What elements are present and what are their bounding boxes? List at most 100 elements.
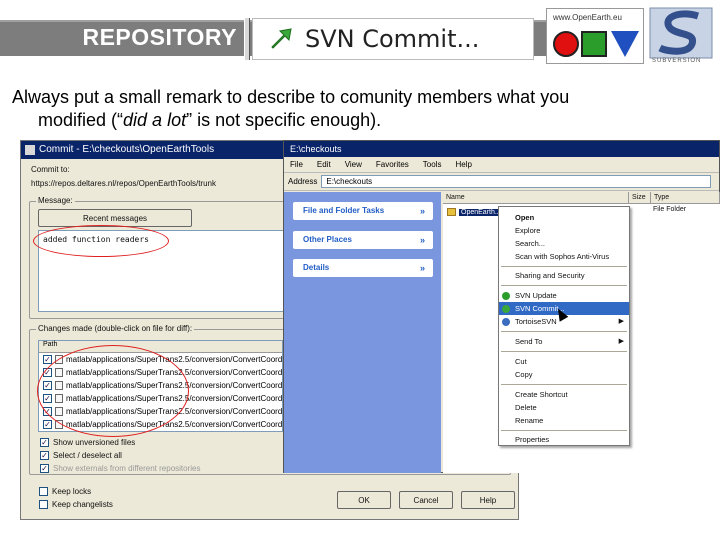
ctx-sharing-security[interactable]: Sharing and Security xyxy=(499,269,629,282)
select-deselect-option[interactable]: ✓ Select / deselect all xyxy=(40,451,122,460)
panel-other-places[interactable]: Other Places » xyxy=(293,231,433,249)
column-type[interactable]: Type xyxy=(651,192,720,204)
tortoisesvn-icon xyxy=(502,318,510,326)
ctx-create-shortcut[interactable]: Create Shortcut xyxy=(499,388,629,401)
ctx-svn-update[interactable]: SVN Update xyxy=(499,289,629,302)
changes-group-label: Changes made (double-click on file for d… xyxy=(36,324,195,333)
address-input[interactable]: E:\checkouts xyxy=(321,175,712,188)
subversion-logo-icon xyxy=(649,7,713,59)
explorer-titlebar[interactable]: E:\checkouts xyxy=(284,141,719,157)
menu-tools[interactable]: Tools xyxy=(423,160,442,169)
keep-changelists-checkbox[interactable] xyxy=(39,500,48,509)
ctx-separator xyxy=(501,285,627,286)
show-unversioned-option[interactable]: ✓ Show unversioned files xyxy=(40,438,135,447)
keep-locks-option[interactable]: Keep locks xyxy=(39,487,91,496)
panel-file-folder-tasks-label: File and Folder Tasks xyxy=(303,206,385,215)
column-name[interactable]: Name xyxy=(443,192,629,204)
menu-edit[interactable]: Edit xyxy=(317,160,331,169)
recent-messages-button[interactable]: Recent messages xyxy=(38,209,192,227)
blue-triangle-icon xyxy=(611,31,639,57)
keep-locks-checkbox[interactable] xyxy=(39,487,48,496)
address-label: Address xyxy=(288,177,318,186)
file-checkbox[interactable]: ✓ xyxy=(43,355,52,364)
selected-folder-name: OpenEarth... xyxy=(459,208,503,216)
ctx-separator xyxy=(501,351,627,352)
submenu-arrow-icon: ▶ xyxy=(618,318,624,325)
ctx-svn-update-label: SVN Update xyxy=(515,291,557,300)
menu-help[interactable]: Help xyxy=(455,160,471,169)
commit-dialog-title: Commit - E:\checkouts\OpenEarthTools xyxy=(39,144,215,155)
context-menu: Open Explore Search... Scan with Sophos … xyxy=(498,206,630,446)
remark-text: Always put a small remark to describe to… xyxy=(12,86,712,132)
task-pane: File and Folder Tasks » Other Places » Det… xyxy=(284,192,441,473)
svn-commit-icon xyxy=(502,305,510,313)
message-group-label: Message: xyxy=(36,196,75,205)
ctx-search[interactable]: Search... xyxy=(499,237,629,250)
column-size[interactable]: Size xyxy=(629,192,651,204)
ctx-explore[interactable]: Explore xyxy=(499,224,629,237)
ctx-send-to-label: Send To xyxy=(515,337,543,346)
menu-view[interactable]: View xyxy=(345,160,362,169)
openearth-logo: www.OpenEarth.eu xyxy=(546,8,644,64)
commit-to-label: Commit to: xyxy=(31,165,70,174)
submenu-arrow-icon: ▶ xyxy=(618,338,624,345)
ctx-scan-sophos[interactable]: Scan with Sophos Anti-Virus xyxy=(499,250,629,263)
selected-folder[interactable]: OpenEarth... xyxy=(447,206,503,218)
file-checkbox[interactable]: ✓ xyxy=(43,420,52,429)
ctx-open[interactable]: Open xyxy=(499,211,629,224)
menu-favorites[interactable]: Favorites xyxy=(376,160,409,169)
keep-changelists-label: Keep changelists xyxy=(52,500,113,509)
panel-details[interactable]: Details » xyxy=(293,259,433,277)
ctx-separator xyxy=(501,384,627,385)
keep-locks-label: Keep locks xyxy=(52,487,92,496)
files-highlight-circle xyxy=(37,345,189,437)
red-circle-icon xyxy=(553,31,579,57)
show-externals-checkbox[interactable]: ✓ xyxy=(40,464,49,473)
openearth-url: www.OpenEarth.eu xyxy=(553,13,622,22)
ctx-separator xyxy=(501,266,627,267)
ctx-properties[interactable]: Properties xyxy=(499,433,629,446)
subversion-label: SUBVERSION xyxy=(652,58,702,64)
ctx-copy[interactable]: Copy xyxy=(499,368,629,381)
panel-details-label: Details xyxy=(303,263,330,272)
explorer-menubar: File Edit View Favorites Tools Help xyxy=(284,157,719,173)
help-button[interactable]: Help xyxy=(461,491,515,509)
svn-commit-title: SVN Commit... xyxy=(305,25,480,53)
select-deselect-checkbox[interactable]: ✓ xyxy=(40,451,49,460)
keep-changelists-option[interactable]: Keep changelists xyxy=(39,500,113,509)
ok-button[interactable]: OK xyxy=(337,491,391,509)
show-externals-option[interactable]: ✓ Show externals from different repositor… xyxy=(40,464,200,473)
panel-other-places-label: Other Places xyxy=(303,235,352,244)
folder-icon xyxy=(447,208,456,216)
select-deselect-label: Select / deselect all xyxy=(53,451,122,460)
ctx-tortoisesvn-label: TortoiseSVN xyxy=(515,317,557,326)
ctx-rename[interactable]: Rename xyxy=(499,414,629,427)
cancel-button[interactable]: Cancel xyxy=(399,491,453,509)
show-unversioned-checkbox[interactable]: ✓ xyxy=(40,438,49,447)
slide-header: REPOSITORY SVN Commit... www.OpenEarth.e… xyxy=(0,0,720,80)
selected-folder-type: File Folder xyxy=(653,206,687,213)
header-divider xyxy=(244,18,250,60)
svn-commit-banner: SVN Commit... xyxy=(252,18,534,60)
remark-italic: did a lot xyxy=(123,110,187,130)
svn-update-icon xyxy=(502,292,510,300)
ctx-cut[interactable]: Cut xyxy=(499,355,629,368)
ctx-send-to[interactable]: Send To ▶ xyxy=(499,335,629,348)
address-bar: Address E:\checkouts xyxy=(284,173,719,191)
green-square-icon xyxy=(581,31,607,57)
remark-line-1: Always put a small remark to describe to… xyxy=(12,87,570,107)
commit-to-url: https://repos.deltares.nl/repos/OpenEart… xyxy=(31,179,216,188)
slide-title: REPOSITORY xyxy=(82,24,237,50)
chevron-double-down-icon[interactable]: » xyxy=(420,259,425,277)
chevron-double-down-icon[interactable]: » xyxy=(420,231,425,249)
remark-line-2-end: ” is not specific enough). xyxy=(186,110,382,130)
panel-file-folder-tasks[interactable]: File and Folder Tasks » xyxy=(293,202,433,220)
ctx-separator xyxy=(501,331,627,332)
ctx-delete[interactable]: Delete xyxy=(499,401,629,414)
chevron-double-down-icon[interactable]: » xyxy=(420,202,425,220)
show-externals-label: Show externals from different repositori… xyxy=(53,464,201,473)
menu-file[interactable]: File xyxy=(290,160,303,169)
ctx-separator xyxy=(501,430,627,431)
remark-line-2-start: modified (“ xyxy=(38,110,124,130)
remark-line-2: modified (“did a lot” is not specific en… xyxy=(12,109,712,132)
